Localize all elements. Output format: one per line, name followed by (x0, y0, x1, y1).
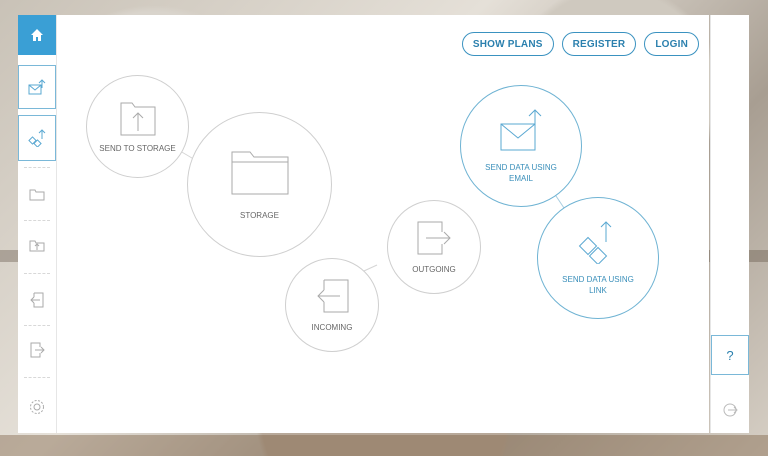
sidebar-send-to-storage-button[interactable] (18, 225, 56, 265)
sidebar-settings-button[interactable] (18, 387, 56, 427)
background-strip (0, 435, 768, 456)
send-to-storage-bubble[interactable]: SEND TO STORAGE (86, 75, 189, 178)
send-data-email-bubble[interactable]: SEND DATA USING EMAIL (460, 85, 582, 207)
bubble-label: EMAIL (508, 174, 533, 183)
logout-button[interactable] (711, 395, 749, 425)
logout-icon (723, 403, 738, 417)
outgoing-bubble[interactable]: OUTGOING (387, 200, 481, 294)
incoming-icon (30, 292, 44, 308)
folder-icon (29, 189, 45, 201)
settings-icon (30, 400, 44, 414)
upload-folder-icon (120, 102, 155, 136)
sidebar-divider (24, 220, 50, 221)
home-button[interactable] (18, 15, 56, 55)
home-icon (31, 29, 43, 41)
storage-bubble[interactable]: STORAGE (187, 112, 332, 257)
incoming-bubble[interactable]: INCOMING (285, 258, 379, 352)
sidebar-divider (24, 377, 50, 378)
bubble-label: STORAGE (240, 211, 279, 220)
sidebar-incoming-button[interactable] (18, 280, 56, 320)
send-data-link-bubble[interactable]: SEND DATA USING LINK (537, 197, 659, 319)
sidebar-divider (24, 273, 50, 274)
sidebar-divider (24, 167, 50, 168)
link-send-icon (28, 129, 46, 147)
sidebar-send-link-button[interactable] (18, 115, 56, 161)
email-send-icon (500, 109, 542, 151)
outgoing-icon (30, 342, 45, 358)
bubble-label: SEND DATA USING (485, 163, 557, 172)
sidebar-outgoing-button[interactable] (18, 330, 56, 370)
bubble-label: SEND DATA USING (562, 275, 634, 284)
bubble-label: INCOMING (311, 322, 353, 332)
upload-icon (29, 240, 45, 252)
right-sidebar: ? (710, 15, 749, 433)
main-panel: SHOW PLANS REGISTER LOGIN SEND TO STORAG… (57, 15, 709, 433)
link-send-icon (578, 221, 612, 264)
email-send-icon (28, 79, 46, 95)
left-sidebar (18, 15, 57, 433)
sidebar-divider (24, 325, 50, 326)
outgoing-icon (417, 221, 451, 254)
incoming-icon (317, 279, 349, 312)
sidebar-send-email-button[interactable] (18, 65, 56, 109)
help-button[interactable]: ? (711, 335, 749, 375)
bubble-label: SEND TO STORAGE (99, 144, 176, 153)
sidebar-storage-button[interactable] (18, 175, 56, 215)
bubble-label: LINK (589, 286, 607, 295)
bubble-label: OUTGOING (412, 264, 456, 274)
folder-icon (231, 151, 288, 195)
